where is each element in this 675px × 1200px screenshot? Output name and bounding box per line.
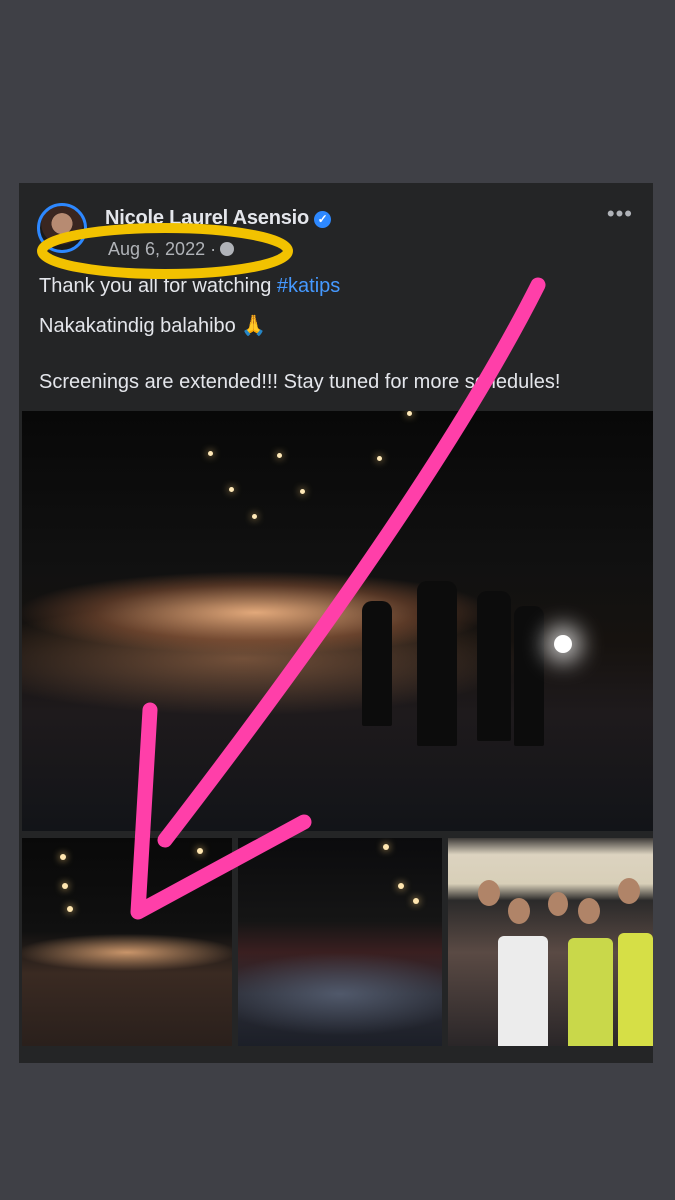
- date-text[interactable]: Aug 6, 2022 ·: [108, 239, 216, 259]
- post-author[interactable]: Nicole Laurel Asensio ✓: [105, 207, 332, 230]
- theater-crowd-center[interactable]: [238, 838, 442, 1046]
- avatar[interactable]: [37, 203, 87, 253]
- author-name[interactable]: Nicole Laurel Asensio: [105, 207, 309, 229]
- post-card: Nicole Laurel Asensio ✓ Aug 6, 2022 · •••…: [19, 183, 653, 1063]
- verified-badge-icon: ✓: [314, 211, 332, 228]
- more-options-icon[interactable]: •••: [607, 201, 633, 227]
- post-text-line1: Thank you all for watching #katips: [39, 275, 340, 298]
- post-text-line3: Screenings are extended!!! Stay tuned fo…: [39, 371, 561, 393]
- theater-audience-wide[interactable]: [22, 411, 653, 831]
- hashtag-link[interactable]: #katips: [277, 275, 340, 297]
- fans-selfie[interactable]: [448, 838, 653, 1046]
- post-timestamp[interactable]: Aug 6, 2022 ·: [108, 239, 235, 260]
- post-text-line2: Nakakatindig balahibo 🙏: [39, 315, 267, 337]
- globe-icon: [220, 242, 235, 256]
- thanks-text: Thank you all for watching: [39, 275, 277, 297]
- theater-audience-left[interactable]: [22, 838, 232, 1046]
